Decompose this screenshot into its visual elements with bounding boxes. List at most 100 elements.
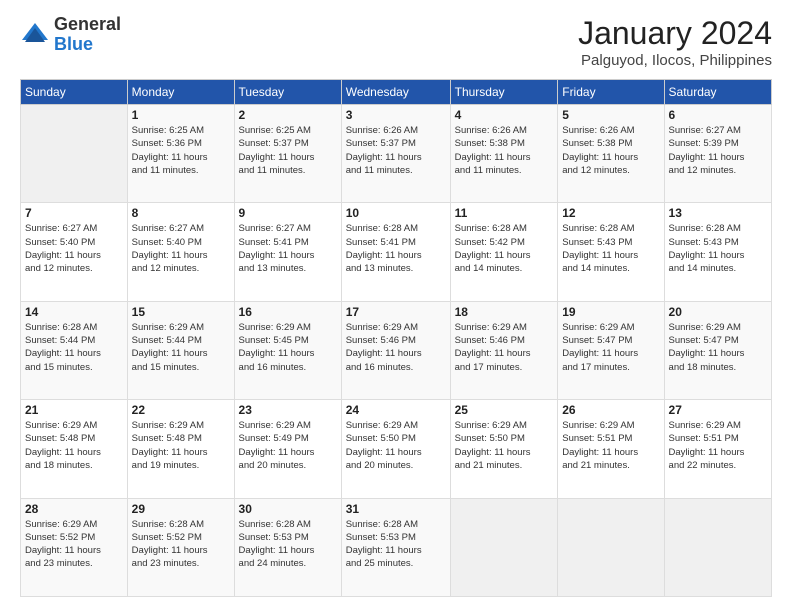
calendar-cell: 13 Sunrise: 6:28 AMSunset: 5:43 PMDayligh…: [664, 203, 771, 301]
logo-general-text: General: [54, 15, 121, 35]
day-number: 1: [132, 108, 230, 122]
calendar-cell: 22 Sunrise: 6:29 AMSunset: 5:48 PMDayligh…: [127, 400, 234, 498]
calendar-cell: 5Sunrise: 6:26 AMSunset: 5:38 PMDaylight…: [558, 105, 664, 203]
day-info: Sunrise: 6:25 AMSunset: 5:36 PMDaylight:…: [132, 124, 230, 177]
day-number: 3: [346, 108, 446, 122]
day-number: 2: [239, 108, 337, 122]
day-number: 25: [455, 403, 554, 417]
day-info: Sunrise: 6:29 AMSunset: 5:46 PMDaylight:…: [346, 321, 446, 374]
calendar-week-row: 7 Sunrise: 6:27 AMSunset: 5:40 PMDaylight…: [21, 203, 772, 301]
day-number: 28: [25, 502, 123, 516]
calendar-cell: 19Sunrise: 6:29 AMSunset: 5:47 PMDayligh…: [558, 301, 664, 399]
title-block: January 2024 Palguyod, Ilocos, Philippin…: [578, 15, 772, 69]
month-title: January 2024: [578, 15, 772, 52]
calendar-cell: 23 Sunrise: 6:29 AMSunset: 5:49 PMDayligh…: [234, 400, 341, 498]
day-number: 26: [562, 403, 659, 417]
day-info: Sunrise: 6:28 AMSunset: 5:42 PMDaylight:…: [455, 222, 554, 275]
day-info: Sunrise: 6:29 AMSunset: 5:45 PMDaylight:…: [239, 321, 337, 374]
day-info: Sunrise: 6:27 AMSunset: 5:40 PMDaylight:…: [25, 222, 123, 275]
calendar-week-row: 21 Sunrise: 6:29 AMSunset: 5:48 PMDayligh…: [21, 400, 772, 498]
calendar-cell: 12 Sunrise: 6:28 AMSunset: 5:43 PMDayligh…: [558, 203, 664, 301]
logo-blue-text: Blue: [54, 35, 121, 55]
calendar-cell: 10 Sunrise: 6:28 AMSunset: 5:41 PMDayligh…: [341, 203, 450, 301]
day-info: Sunrise: 6:26 AMSunset: 5:38 PMDaylight:…: [562, 124, 659, 177]
day-header-thursday: Thursday: [450, 80, 558, 105]
day-number: 17: [346, 305, 446, 319]
calendar-cell: 24Sunrise: 6:29 AMSunset: 5:50 PMDayligh…: [341, 400, 450, 498]
day-info: Sunrise: 6:28 AMSunset: 5:52 PMDaylight:…: [132, 518, 230, 571]
day-info: Sunrise: 6:27 AMSunset: 5:40 PMDaylight:…: [132, 222, 230, 275]
calendar-cell: 9 Sunrise: 6:27 AMSunset: 5:41 PMDaylight…: [234, 203, 341, 301]
day-info: Sunrise: 6:29 AMSunset: 5:47 PMDaylight:…: [562, 321, 659, 374]
calendar-cell: 26 Sunrise: 6:29 AMSunset: 5:51 PMDayligh…: [558, 400, 664, 498]
day-header-monday: Monday: [127, 80, 234, 105]
calendar-cell: 27 Sunrise: 6:29 AMSunset: 5:51 PMDayligh…: [664, 400, 771, 498]
day-header-tuesday: Tuesday: [234, 80, 341, 105]
day-number: 13: [669, 206, 767, 220]
day-info: Sunrise: 6:29 AMSunset: 5:49 PMDaylight:…: [239, 419, 337, 472]
day-info: Sunrise: 6:28 AMSunset: 5:43 PMDaylight:…: [562, 222, 659, 275]
day-info: Sunrise: 6:25 AMSunset: 5:37 PMDaylight:…: [239, 124, 337, 177]
day-info: Sunrise: 6:28 AMSunset: 5:44 PMDaylight:…: [25, 321, 123, 374]
calendar-cell: 2 Sunrise: 6:25 AMSunset: 5:37 PMDaylight…: [234, 105, 341, 203]
day-info: Sunrise: 6:29 AMSunset: 5:51 PMDaylight:…: [562, 419, 659, 472]
day-number: 24: [346, 403, 446, 417]
day-info: Sunrise: 6:29 AMSunset: 5:52 PMDaylight:…: [25, 518, 123, 571]
calendar-week-row: 1 Sunrise: 6:25 AMSunset: 5:36 PMDaylight…: [21, 105, 772, 203]
day-info: Sunrise: 6:29 AMSunset: 5:51 PMDaylight:…: [669, 419, 767, 472]
day-number: 22: [132, 403, 230, 417]
day-number: 12: [562, 206, 659, 220]
calendar-cell: 7 Sunrise: 6:27 AMSunset: 5:40 PMDaylight…: [21, 203, 128, 301]
logo-icon: [20, 20, 50, 50]
day-info: Sunrise: 6:28 AMSunset: 5:43 PMDaylight:…: [669, 222, 767, 275]
calendar-cell: 18Sunrise: 6:29 AMSunset: 5:46 PMDayligh…: [450, 301, 558, 399]
calendar-cell: 14Sunrise: 6:28 AMSunset: 5:44 PMDayligh…: [21, 301, 128, 399]
day-info: Sunrise: 6:27 AMSunset: 5:41 PMDaylight:…: [239, 222, 337, 275]
day-info: Sunrise: 6:28 AMSunset: 5:41 PMDaylight:…: [346, 222, 446, 275]
calendar-table: SundayMondayTuesdayWednesdayThursdayFrid…: [20, 79, 772, 597]
day-number: 27: [669, 403, 767, 417]
day-number: 9: [239, 206, 337, 220]
day-header-wednesday: Wednesday: [341, 80, 450, 105]
calendar-cell: 1 Sunrise: 6:25 AMSunset: 5:36 PMDaylight…: [127, 105, 234, 203]
logo-text: General Blue: [54, 15, 121, 55]
day-info: Sunrise: 6:28 AMSunset: 5:53 PMDaylight:…: [239, 518, 337, 571]
day-number: 6: [669, 108, 767, 122]
calendar-cell: 21 Sunrise: 6:29 AMSunset: 5:48 PMDayligh…: [21, 400, 128, 498]
day-header-sunday: Sunday: [21, 80, 128, 105]
calendar-week-row: 14Sunrise: 6:28 AMSunset: 5:44 PMDayligh…: [21, 301, 772, 399]
calendar-cell: 15Sunrise: 6:29 AMSunset: 5:44 PMDayligh…: [127, 301, 234, 399]
day-info: Sunrise: 6:29 AMSunset: 5:48 PMDaylight:…: [25, 419, 123, 472]
calendar-cell: 3 Sunrise: 6:26 AMSunset: 5:37 PMDaylight…: [341, 105, 450, 203]
day-number: 21: [25, 403, 123, 417]
calendar-cell: 16 Sunrise: 6:29 AMSunset: 5:45 PMDayligh…: [234, 301, 341, 399]
calendar-cell: 11 Sunrise: 6:28 AMSunset: 5:42 PMDayligh…: [450, 203, 558, 301]
calendar-week-row: 28 Sunrise: 6:29 AMSunset: 5:52 PMDayligh…: [21, 498, 772, 596]
calendar-cell: 4 Sunrise: 6:26 AMSunset: 5:38 PMDaylight…: [450, 105, 558, 203]
day-info: Sunrise: 6:26 AMSunset: 5:37 PMDaylight:…: [346, 124, 446, 177]
day-number: 10: [346, 206, 446, 220]
day-number: 23: [239, 403, 337, 417]
day-info: Sunrise: 6:29 AMSunset: 5:46 PMDaylight:…: [455, 321, 554, 374]
logo: General Blue: [20, 15, 121, 55]
calendar-cell: [558, 498, 664, 596]
day-info: Sunrise: 6:29 AMSunset: 5:48 PMDaylight:…: [132, 419, 230, 472]
calendar-cell: [450, 498, 558, 596]
day-number: 20: [669, 305, 767, 319]
day-info: Sunrise: 6:29 AMSunset: 5:44 PMDaylight:…: [132, 321, 230, 374]
day-number: 31: [346, 502, 446, 516]
calendar-cell: 8Sunrise: 6:27 AMSunset: 5:40 PMDaylight…: [127, 203, 234, 301]
day-number: 16: [239, 305, 337, 319]
day-info: Sunrise: 6:29 AMSunset: 5:50 PMDaylight:…: [455, 419, 554, 472]
calendar-header-row: SundayMondayTuesdayWednesdayThursdayFrid…: [21, 80, 772, 105]
calendar-cell: 20Sunrise: 6:29 AMSunset: 5:47 PMDayligh…: [664, 301, 771, 399]
day-info: Sunrise: 6:27 AMSunset: 5:39 PMDaylight:…: [669, 124, 767, 177]
day-info: Sunrise: 6:26 AMSunset: 5:38 PMDaylight:…: [455, 124, 554, 177]
day-number: 7: [25, 206, 123, 220]
page: General Blue January 2024 Palguyod, Iloc…: [0, 0, 792, 612]
day-number: 4: [455, 108, 554, 122]
day-number: 11: [455, 206, 554, 220]
calendar-cell: 29Sunrise: 6:28 AMSunset: 5:52 PMDayligh…: [127, 498, 234, 596]
calendar-cell: 30Sunrise: 6:28 AMSunset: 5:53 PMDayligh…: [234, 498, 341, 596]
day-header-saturday: Saturday: [664, 80, 771, 105]
